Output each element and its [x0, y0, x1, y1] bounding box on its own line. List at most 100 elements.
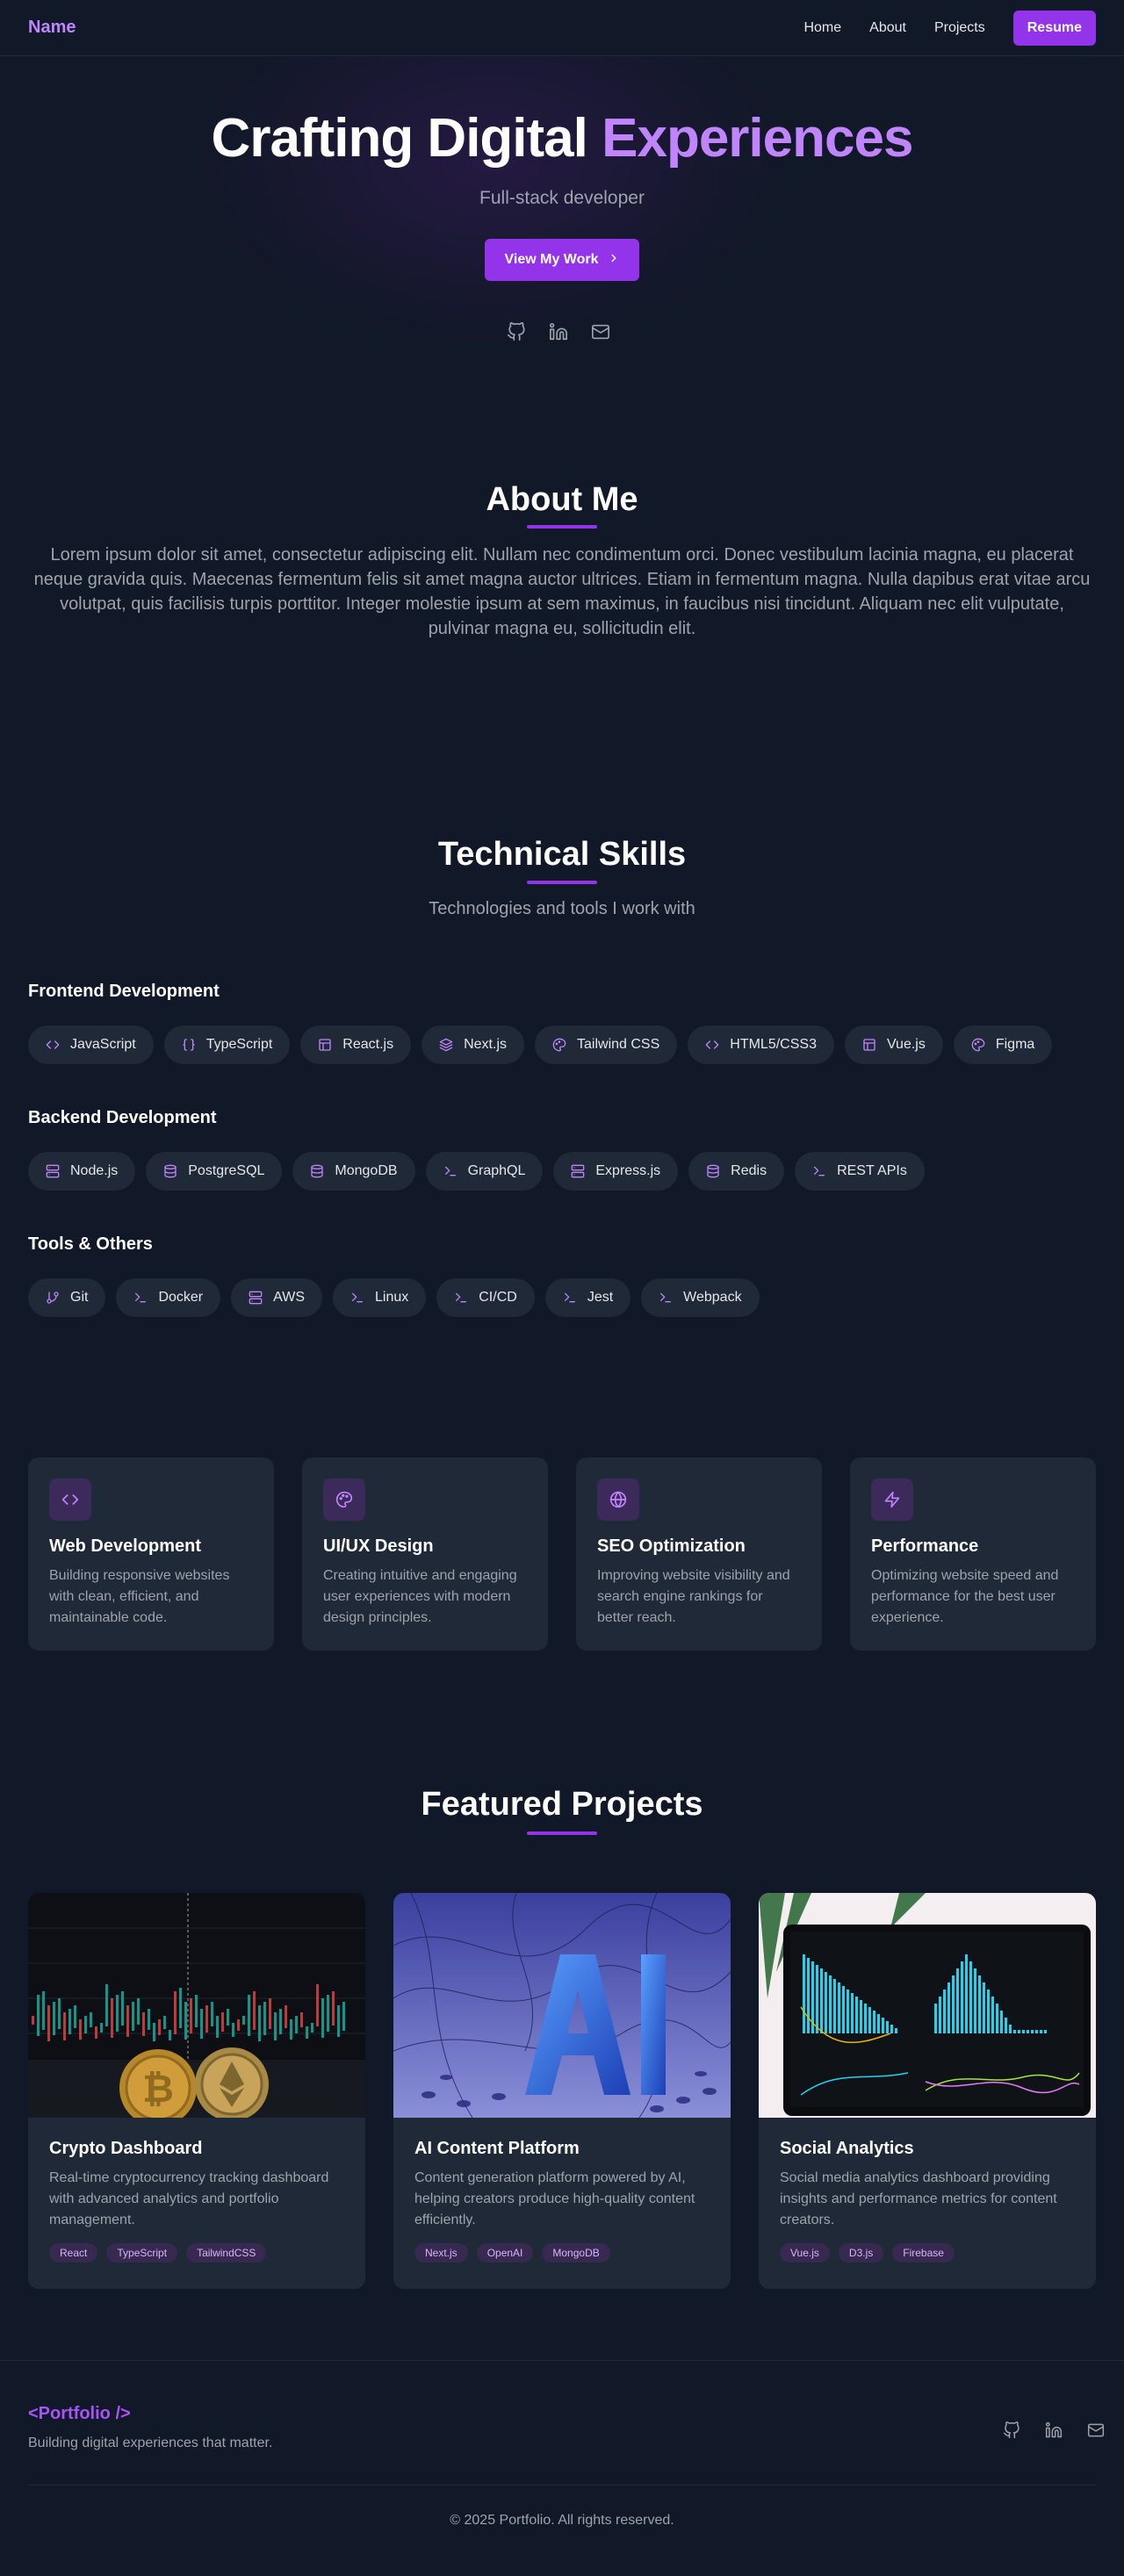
project-card[interactable]: Social Analytics Social media analytics … — [759, 1893, 1096, 2289]
project-tag: Firebase — [892, 2243, 955, 2263]
github-icon[interactable] — [506, 321, 527, 342]
skill-label: REST APIs — [837, 1163, 907, 1178]
linkedin-icon[interactable] — [1043, 2420, 1064, 2441]
resume-button[interactable]: Resume — [1012, 10, 1096, 46]
skill-group-title-frontend: Frontend Development — [28, 982, 220, 1001]
brand-logo[interactable]: Name — [28, 18, 76, 38]
project-title: AI Content Platform — [414, 2139, 580, 2158]
skill-chip: AWS — [231, 1278, 322, 1317]
service-title: UI/UX Design — [323, 1536, 434, 1556]
skill-label: Webpack — [683, 1290, 742, 1305]
palette-icon — [971, 1038, 985, 1052]
nav-link-about[interactable]: About — [869, 20, 906, 36]
service-title: SEO Optimization — [597, 1536, 746, 1556]
mail-icon[interactable] — [1085, 2420, 1106, 2441]
skill-chip: REST APIs — [795, 1152, 925, 1191]
footer-social-links — [1001, 2420, 1106, 2441]
skill-label: Next.js — [464, 1037, 507, 1052]
skill-chip: HTML5/CSS3 — [688, 1025, 834, 1064]
project-text: Real-time cryptocurrency tracking dashbo… — [49, 2170, 329, 2227]
hero-title-accent: Experiences — [602, 108, 913, 169]
database-icon — [163, 1164, 177, 1178]
skills-title: Technical Skills — [437, 836, 687, 873]
skill-label: Jest — [587, 1290, 614, 1305]
project-tags: React TypeScript TailwindCSS — [49, 2243, 344, 2263]
nav-link-projects[interactable]: Projects — [934, 20, 985, 36]
service-card: Performance Optimizing website speed and… — [850, 1457, 1096, 1651]
project-text: Content generation platform powered by A… — [414, 2170, 695, 2227]
project-tag: Next.js — [414, 2243, 468, 2263]
service-title: Web Development — [49, 1536, 201, 1556]
layers-icon — [439, 1038, 453, 1052]
hero-section: Crafting Digital Experiences Full-stack … — [0, 56, 1124, 395]
skill-chip: Express.js — [553, 1152, 679, 1191]
skill-chip: Node.js — [28, 1152, 136, 1191]
project-card[interactable]: ₿ Crypto Dashboard Real-time cryptocurre… — [28, 1893, 365, 2289]
nav-links: Home About Projects Resume — [803, 10, 1096, 46]
svg-text:₿: ₿ — [142, 2067, 174, 2112]
project-tag: TailwindCSS — [186, 2243, 267, 2263]
palette-icon — [323, 1479, 365, 1521]
git-branch-icon — [46, 1291, 60, 1305]
skill-chips-backend: Node.js PostgreSQL MongoDB GraphQL Express.j… — [28, 1152, 925, 1191]
skill-chip: GraphQL — [425, 1152, 544, 1191]
skill-label: AWS — [273, 1290, 305, 1305]
project-card[interactable]: AI Content Platform Content generation p… — [393, 1893, 731, 2289]
skill-chips-tools: Git Docker AWS Linux CI/CD Jest Webpack — [28, 1278, 760, 1317]
skill-chip: Docker — [116, 1278, 221, 1317]
project-tags: Vue.js D3.js Firebase — [780, 2243, 1075, 2263]
skill-group-title-tools: Tools & Others — [28, 1234, 153, 1254]
globe-icon — [597, 1479, 639, 1521]
view-work-button[interactable]: View My Work — [485, 239, 639, 281]
project-tag: MongoDB — [542, 2243, 610, 2263]
skill-chip: Webpack — [641, 1278, 760, 1317]
skill-label: Vue.js — [886, 1037, 926, 1052]
about-text: Lorem ipsum dolor sit amet, consectetur … — [33, 545, 1091, 638]
project-tag: TypeScript — [106, 2243, 178, 2263]
code-icon — [46, 1038, 60, 1052]
skill-chip: Redis — [688, 1152, 785, 1191]
project-title: Social Analytics — [780, 2139, 914, 2158]
terminal-icon — [659, 1291, 673, 1305]
project-body: Crypto Dashboard Real-time cryptocurrenc… — [28, 2118, 365, 2284]
project-image-analytics — [759, 1893, 1096, 2118]
hero-title: Crafting Digital Experiences — [0, 107, 1124, 169]
footer-tagline: Building digital experiences that matter… — [28, 2436, 273, 2450]
project-tag: OpenAI — [476, 2243, 534, 2263]
server-icon — [249, 1291, 263, 1305]
linkedin-icon[interactable] — [548, 321, 569, 342]
service-card: Web Development Building responsive webs… — [28, 1457, 274, 1651]
palette-icon — [552, 1038, 566, 1052]
view-work-label: View My Work — [504, 252, 599, 267]
project-image-ai — [393, 1893, 731, 2118]
github-icon[interactable] — [1001, 2420, 1022, 2441]
skill-chip: PostgreSQL — [146, 1152, 283, 1191]
hero-title-main: Crafting Digital — [211, 108, 602, 169]
skill-label: Linux — [375, 1290, 409, 1305]
footer-divider — [28, 2485, 1096, 2486]
mail-icon[interactable] — [590, 321, 611, 342]
code-icon — [705, 1038, 719, 1052]
database-icon — [310, 1164, 324, 1178]
services-grid: Web Development Building responsive webs… — [28, 1457, 1096, 1651]
service-card: UI/UX Design Creating intuitive and enga… — [302, 1457, 548, 1651]
service-text: Optimizing website speed and performance… — [871, 1568, 1059, 1625]
nav-link-home[interactable]: Home — [803, 20, 841, 36]
skill-label: JavaScript — [70, 1037, 136, 1052]
skill-chip: Git — [28, 1278, 106, 1317]
project-text: Social media analytics dashboard providi… — [780, 2170, 1057, 2227]
skill-chip: Next.js — [422, 1025, 524, 1064]
skill-label: Redis — [731, 1163, 767, 1178]
skill-label: TypeScript — [205, 1037, 273, 1052]
skill-label: GraphQL — [467, 1163, 526, 1178]
project-tag: D3.js — [838, 2243, 884, 2263]
project-image-crypto: ₿ — [28, 1893, 365, 2118]
service-title: Performance — [871, 1536, 979, 1556]
footer-brand[interactable]: <Portfolio /> — [28, 2404, 131, 2424]
service-text: Creating intuitive and engaging user exp… — [323, 1568, 517, 1625]
projects-title-underline — [527, 1831, 597, 1835]
service-text: Improving website visibility and search … — [597, 1568, 790, 1625]
zap-icon — [871, 1479, 913, 1521]
skills-title-underline — [527, 881, 597, 884]
skill-label: React.js — [342, 1037, 394, 1052]
